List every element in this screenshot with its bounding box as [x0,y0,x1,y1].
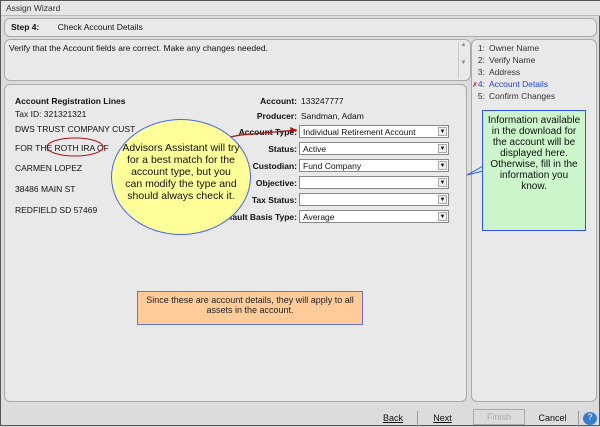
arrow-head [290,127,297,133]
highlight-ellipse [46,137,104,157]
help-icon[interactable]: ? [583,412,597,425]
finish-button[interactable]: Finish [473,409,525,425]
orange-callout: Since these are account details, they wi… [137,291,363,325]
next-label: Next [433,413,452,423]
next-button[interactable]: Next [417,411,467,427]
cancel-button[interactable]: Cancel [527,411,579,427]
green-callout: Information available in the download fo… [482,110,586,231]
yellow-callout: Advisors Assistant will try for a best m… [111,119,251,235]
back-label: Back [382,413,403,423]
green-callout-tail [466,165,484,176]
back-button[interactable]: Back [371,411,415,427]
